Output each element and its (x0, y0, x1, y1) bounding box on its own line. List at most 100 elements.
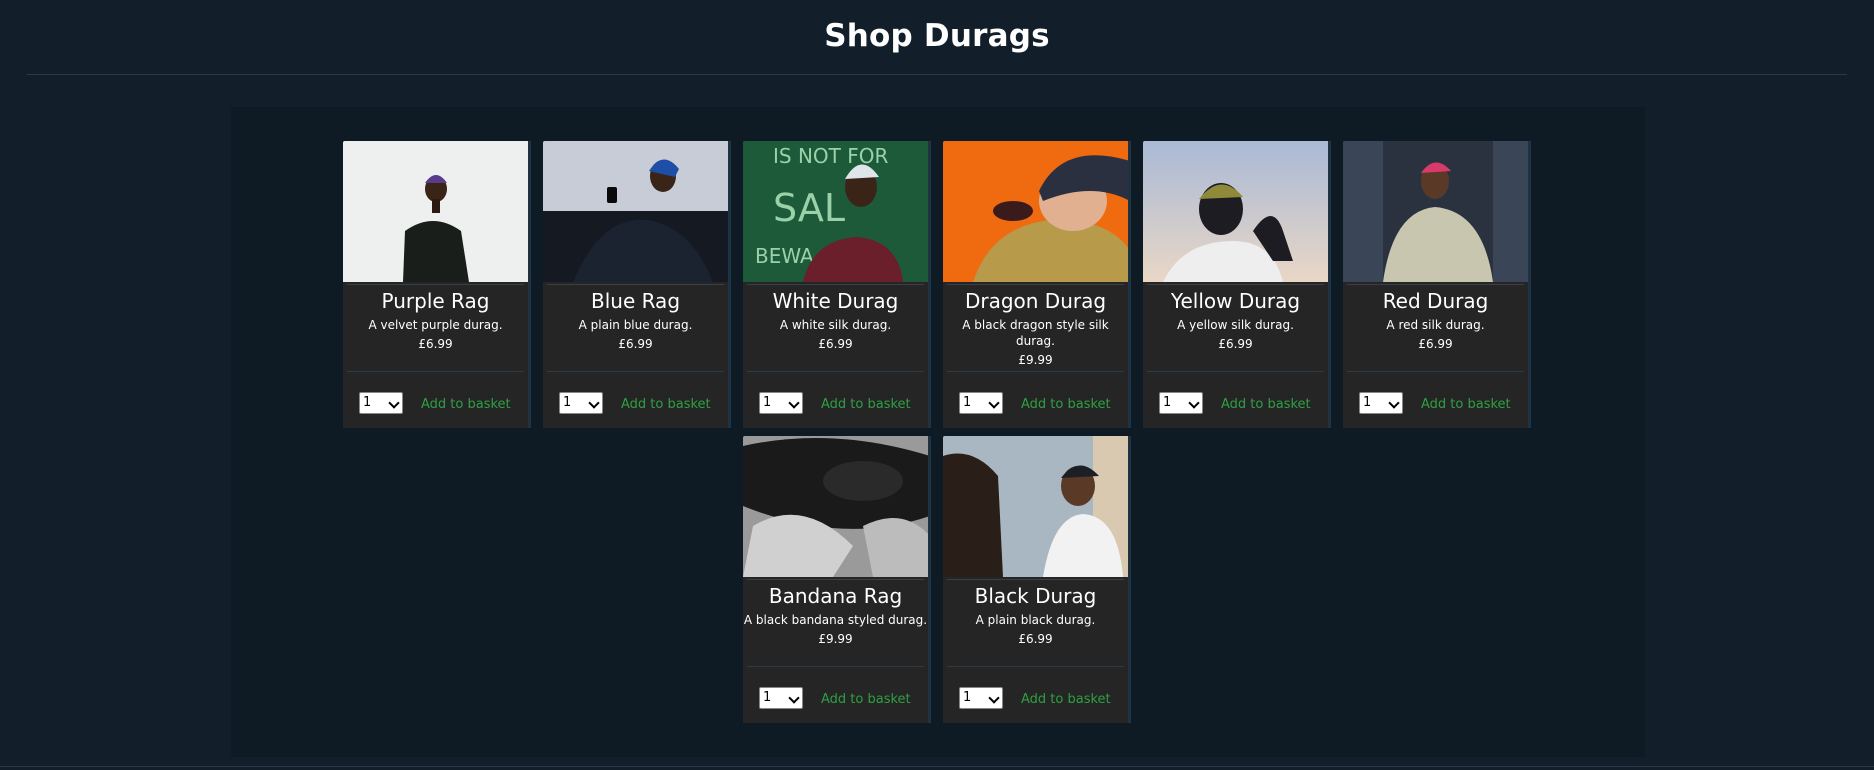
quantity-value: 1 (963, 395, 972, 410)
quantity-value: 1 (363, 395, 372, 410)
product-image (943, 141, 1128, 282)
product-image: IS NOT FOR SAL BEWA (743, 141, 928, 282)
product-description: A yellow silk durag. (1177, 318, 1294, 332)
product-card: Bandana Rag A black bandana styled durag… (743, 436, 931, 723)
card-footer: 1 Add to basket (1147, 371, 1324, 428)
product-price: £6.99 (1218, 337, 1253, 351)
add-to-basket-button[interactable]: Add to basket (421, 397, 511, 412)
product-card: Dragon Durag A black dragon style silk d… (943, 141, 1131, 428)
product-description: A black dragon style silk durag. (962, 318, 1109, 348)
footer-divider (0, 766, 1874, 767)
person-blue-durag-image (543, 141, 728, 282)
page: Shop Durags Purple Rag A velvet purple d… (0, 0, 1874, 770)
chevron-down-icon (588, 397, 600, 409)
add-to-basket-button[interactable]: Add to basket (621, 397, 711, 412)
quantity-select[interactable]: 1 (759, 687, 803, 709)
product-description: A plain blue durag. (578, 318, 693, 332)
page-title: Shop Durags (824, 18, 1050, 54)
quantity-select[interactable]: 1 (959, 392, 1003, 414)
product-card: Blue Rag A plain blue durag. £6.99 1 Add… (543, 141, 731, 428)
card-footer: 1 Add to basket (1347, 371, 1524, 428)
product-name: Bandana Rag (768, 584, 903, 608)
product-image (1343, 141, 1528, 282)
hands-bandana-image (743, 436, 928, 577)
chevron-down-icon (788, 397, 800, 409)
divider (547, 284, 724, 285)
product-name: White Durag (772, 289, 899, 313)
product-card: Purple Rag A velvet purple durag. £6.99 … (343, 141, 531, 428)
chevron-down-icon (1188, 397, 1200, 409)
svg-text:SAL: SAL (773, 186, 845, 230)
product-description: A plain black durag. (975, 613, 1096, 627)
product-image (543, 141, 728, 282)
product-grid: Purple Rag A velvet purple durag. £6.99 … (343, 141, 1543, 723)
person-purple-durag-image (343, 141, 528, 282)
add-to-basket-button[interactable]: Add to basket (1421, 397, 1511, 412)
product-price: £9.99 (1018, 353, 1053, 367)
product-card: Red Durag A red silk durag. £6.99 1 Add … (1343, 141, 1531, 428)
product-price: £6.99 (1018, 632, 1053, 646)
chevron-down-icon (1388, 397, 1400, 409)
product-image (343, 141, 528, 282)
divider (747, 579, 924, 580)
quantity-select[interactable]: 1 (959, 687, 1003, 709)
product-description: A red silk durag. (1386, 318, 1485, 332)
divider (1347, 284, 1524, 285)
quantity-value: 1 (763, 690, 772, 705)
add-to-basket-button[interactable]: Add to basket (1221, 397, 1311, 412)
svg-text:IS NOT FOR: IS NOT FOR (773, 144, 888, 168)
product-price: £6.99 (618, 337, 653, 351)
product-description: A black bandana styled durag. (743, 613, 928, 627)
person-dragon-durag-image (943, 141, 1128, 282)
divider (947, 579, 1124, 580)
product-price: £6.99 (1418, 337, 1453, 351)
people-black-durag-image (943, 436, 1128, 577)
product-image (743, 436, 928, 577)
product-name: Black Durag (974, 584, 1097, 608)
card-footer: 1 Add to basket (347, 371, 524, 428)
header: Shop Durags (27, 0, 1847, 75)
chevron-down-icon (788, 692, 800, 704)
product-image (1143, 141, 1328, 282)
quantity-select[interactable]: 1 (1359, 392, 1403, 414)
add-to-basket-button[interactable]: Add to basket (1021, 692, 1111, 707)
product-price: £6.99 (818, 337, 853, 351)
chevron-down-icon (988, 692, 1000, 704)
chevron-down-icon (388, 397, 400, 409)
add-to-basket-button[interactable]: Add to basket (821, 397, 911, 412)
shop-panel: Purple Rag A velvet purple durag. £6.99 … (231, 107, 1645, 757)
quantity-select[interactable]: 1 (359, 392, 403, 414)
product-image (943, 436, 1128, 577)
quantity-select[interactable]: 1 (559, 392, 603, 414)
product-description: A velvet purple durag. (368, 318, 503, 332)
product-card: IS NOT FOR SAL BEWA White Durag A white … (743, 141, 931, 428)
add-to-basket-button[interactable]: Add to basket (1021, 397, 1111, 412)
quantity-value: 1 (1163, 395, 1172, 410)
quantity-value: 1 (763, 395, 772, 410)
quantity-value: 1 (1363, 395, 1372, 410)
product-price: £9.99 (818, 632, 853, 646)
person-red-durag-image (1343, 141, 1528, 282)
product-card: Yellow Durag A yellow silk durag. £6.99 … (1143, 141, 1331, 428)
quantity-select[interactable]: 1 (759, 392, 803, 414)
product-description: A white silk durag. (779, 318, 892, 332)
card-footer: 1 Add to basket (747, 371, 924, 428)
product-card: Black Durag A plain black durag. £6.99 1… (943, 436, 1131, 723)
add-to-basket-button[interactable]: Add to basket (821, 692, 911, 707)
product-name: Purple Rag (381, 289, 490, 313)
divider (347, 284, 524, 285)
divider (947, 284, 1124, 285)
product-name: Blue Rag (590, 289, 681, 313)
divider (1147, 284, 1324, 285)
card-footer: 1 Add to basket (547, 371, 724, 428)
card-footer: 1 Add to basket (747, 666, 924, 723)
product-name: Dragon Durag (964, 289, 1107, 313)
product-price: £6.99 (418, 337, 453, 351)
card-footer: 1 Add to basket (947, 666, 1124, 723)
quantity-select[interactable]: 1 (1159, 392, 1203, 414)
product-name: Red Durag (1382, 289, 1489, 313)
chevron-down-icon (988, 397, 1000, 409)
svg-text:BEWA: BEWA (755, 244, 814, 268)
quantity-value: 1 (963, 690, 972, 705)
person-white-durag-image: IS NOT FOR SAL BEWA (743, 141, 928, 282)
